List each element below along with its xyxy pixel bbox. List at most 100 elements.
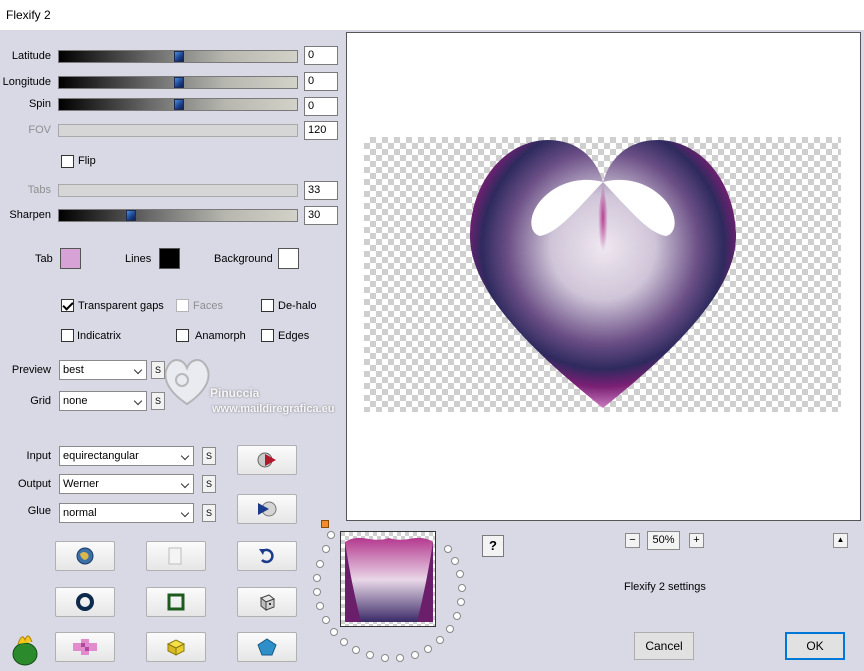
ok-button[interactable]: OK bbox=[785, 632, 845, 660]
chevron-down-icon bbox=[133, 365, 143, 375]
watermark-url: www.maildiregrafica.eu bbox=[212, 403, 335, 415]
undo-icon bbox=[259, 548, 274, 564]
chevron-down-icon bbox=[180, 479, 190, 489]
cancel-button[interactable]: Cancel bbox=[634, 632, 694, 660]
latitude-slider[interactable] bbox=[58, 50, 298, 63]
spin-input[interactable]: 0 bbox=[304, 97, 338, 116]
ring-dot bbox=[330, 628, 338, 636]
faces-checkbox bbox=[176, 299, 189, 312]
chevron-down-icon bbox=[133, 396, 143, 406]
input-select-value: equirectangular bbox=[63, 450, 139, 462]
lines-color-label: Lines bbox=[125, 253, 152, 265]
zoom-in-button[interactable]: + bbox=[689, 533, 704, 548]
title-bar: Flexify 2 bbox=[0, 0, 864, 30]
ring-dot bbox=[316, 560, 324, 568]
ring-button[interactable] bbox=[55, 587, 115, 617]
play-globe-icon bbox=[258, 501, 277, 517]
ring-dot bbox=[458, 584, 466, 592]
glue-s-button[interactable]: S bbox=[202, 504, 216, 522]
scroll-up-button[interactable]: ▲ bbox=[833, 533, 848, 548]
background-color-label: Background bbox=[214, 253, 273, 265]
preview-label: Preview bbox=[11, 364, 51, 376]
edges-checkbox[interactable] bbox=[261, 329, 274, 342]
chevron-down-icon bbox=[180, 451, 190, 461]
cross-button[interactable] bbox=[55, 632, 115, 662]
glue-select[interactable]: normal bbox=[59, 503, 194, 523]
longitude-slider[interactable] bbox=[58, 76, 298, 89]
faces-label: Faces bbox=[193, 300, 223, 312]
ring-dot bbox=[457, 598, 465, 606]
zoom-level: 50% bbox=[647, 531, 680, 550]
sharpen-slider[interactable] bbox=[58, 209, 298, 222]
cube-icon bbox=[166, 639, 186, 656]
tab-color-swatch[interactable] bbox=[60, 248, 81, 269]
flaming-pear-logo-icon bbox=[12, 635, 38, 666]
copy-button[interactable] bbox=[146, 541, 206, 571]
ring-dot bbox=[453, 612, 461, 620]
output-s-button[interactable]: S bbox=[202, 475, 216, 493]
latitude-input[interactable]: 0 bbox=[304, 46, 338, 65]
ring-dot bbox=[381, 654, 389, 662]
indicatrix-checkbox[interactable] bbox=[61, 329, 74, 342]
latitude-slider-thumb[interactable] bbox=[174, 51, 184, 62]
glue-select-value: normal bbox=[63, 507, 97, 519]
chevron-down-icon bbox=[180, 508, 190, 518]
help-button[interactable]: ? bbox=[482, 535, 504, 557]
de-halo-checkbox[interactable] bbox=[261, 299, 274, 312]
sharpen-slider-thumb[interactable] bbox=[126, 210, 136, 221]
output-projection-select[interactable]: Werner bbox=[59, 474, 194, 494]
cube-button[interactable] bbox=[146, 632, 206, 662]
ring-dot bbox=[327, 531, 335, 539]
flip-checkbox[interactable] bbox=[61, 155, 74, 168]
sharpen-label: Sharpen bbox=[9, 209, 51, 221]
ring-dot bbox=[322, 545, 330, 553]
input-label: Input bbox=[26, 450, 51, 462]
frame-icon bbox=[167, 593, 185, 611]
ring-dot bbox=[352, 646, 360, 654]
fov-label: FOV bbox=[28, 124, 51, 136]
spin-slider[interactable] bbox=[58, 98, 298, 111]
thumbnail-preview[interactable] bbox=[340, 531, 436, 627]
ring-icon bbox=[76, 593, 94, 611]
tab-color-label: Tab bbox=[35, 253, 53, 265]
tabs-label: Tabs bbox=[27, 184, 51, 196]
transparent-gaps-checkbox[interactable] bbox=[61, 299, 74, 312]
globe-button[interactable] bbox=[55, 541, 115, 571]
globe-arrow-icon bbox=[257, 452, 276, 468]
globe-icon bbox=[76, 547, 94, 565]
ring-dot bbox=[451, 557, 459, 565]
tabs-input[interactable]: 33 bbox=[304, 181, 338, 200]
grid-select-value: none bbox=[63, 395, 88, 407]
anamorph-checkbox[interactable] bbox=[176, 329, 189, 342]
settings-label: Flexify 2 settings bbox=[624, 581, 706, 593]
spin-slider-thumb[interactable] bbox=[174, 99, 184, 110]
random-button[interactable] bbox=[237, 587, 297, 617]
indicatrix-label: Indicatrix bbox=[77, 330, 122, 342]
background-color-swatch[interactable] bbox=[278, 248, 299, 269]
lines-color-swatch[interactable] bbox=[159, 248, 180, 269]
preview-select[interactable]: best bbox=[59, 360, 147, 380]
fov-input[interactable]: 120 bbox=[304, 121, 338, 140]
input-projection-select[interactable]: equirectangular bbox=[59, 446, 194, 466]
checkered-cross-icon bbox=[73, 639, 97, 655]
ring-dot bbox=[396, 654, 404, 662]
de-halo-label: De-halo bbox=[278, 300, 317, 312]
frame-button[interactable] bbox=[146, 587, 206, 617]
zoom-out-button[interactable]: − bbox=[625, 533, 640, 548]
play-button[interactable] bbox=[237, 494, 297, 524]
watermark-heart-icon bbox=[164, 359, 210, 406]
sharpen-input[interactable]: 30 bbox=[304, 206, 338, 225]
longitude-input[interactable]: 0 bbox=[304, 72, 338, 91]
input-s-button[interactable]: S bbox=[202, 447, 216, 465]
undo-button[interactable] bbox=[237, 541, 297, 571]
output-label: Output bbox=[17, 478, 51, 490]
edges-label: Edges bbox=[278, 330, 310, 342]
grid-select[interactable]: none bbox=[59, 391, 147, 411]
pentagon-icon bbox=[257, 638, 277, 656]
transparent-gaps-label: Transparent gaps bbox=[78, 300, 164, 312]
window-title: Flexify 2 bbox=[6, 8, 51, 22]
tabs-slider bbox=[58, 184, 298, 197]
render-button[interactable] bbox=[237, 445, 297, 475]
longitude-slider-thumb[interactable] bbox=[174, 77, 184, 88]
polyhedron-button[interactable] bbox=[237, 632, 297, 662]
